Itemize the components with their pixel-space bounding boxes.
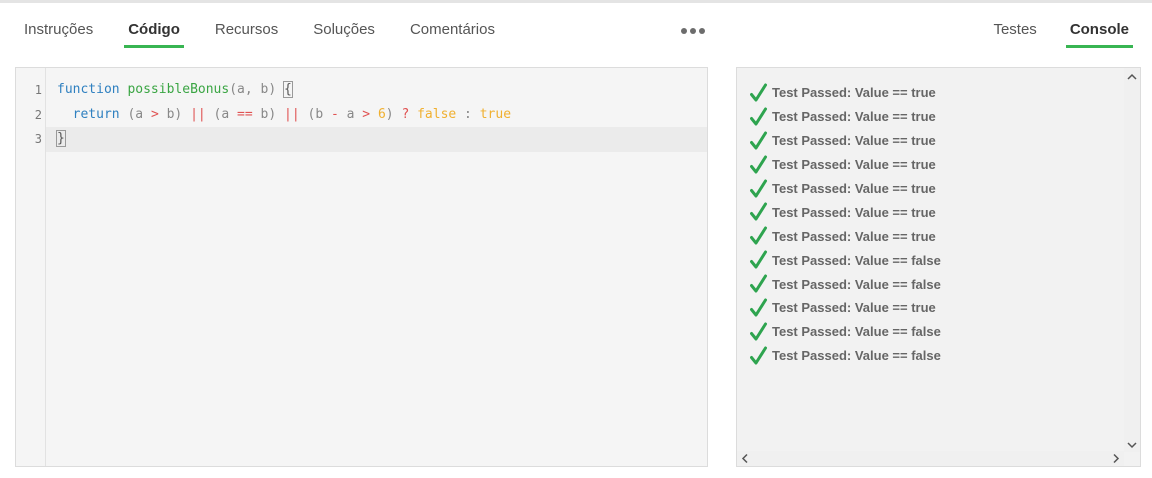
more-dot [690, 28, 696, 34]
test-result-item: Test Passed: Value == false [750, 344, 941, 368]
console-output: Test Passed: Value == true Test Passed: V… [750, 81, 941, 368]
code-token: == [237, 106, 253, 122]
tab-testes[interactable]: Testes [981, 10, 1048, 48]
more-dot [699, 28, 705, 34]
code-token: } [56, 130, 66, 147]
code-token: (b [299, 106, 331, 122]
test-result-item: Test Passed: Value == false [750, 320, 941, 344]
scroll-up-icon[interactable] [1124, 70, 1140, 85]
checkmark-icon [750, 298, 767, 317]
test-result-item: Test Passed: Value == true [750, 200, 941, 224]
code-token: return [57, 106, 120, 122]
left-tab-bar: Instruções Código Recursos Soluções Comentár… [12, 10, 518, 50]
test-result-text: Test Passed: Value == true [772, 133, 936, 149]
checkmark-icon [750, 250, 767, 269]
tab-comentarios[interactable]: Comentários [398, 10, 507, 48]
more-dot [681, 28, 687, 34]
code-token: a [338, 106, 363, 122]
code-token: ) [385, 106, 402, 122]
code-token: b) [158, 106, 191, 122]
test-result-text: Test Passed: Value == true [772, 204, 936, 220]
test-result-item: Test Passed: Value == true [750, 105, 941, 129]
code-token: false [417, 106, 457, 122]
code-line[interactable]: 1 function possibleBonus(a, b) { [35, 78, 707, 103]
code-token: || [284, 106, 300, 122]
scroll-right-icon[interactable] [1108, 451, 1124, 466]
checkmark-icon [750, 155, 767, 174]
horizontal-scrollbar[interactable] [737, 451, 1124, 466]
test-result-text: Test Passed: Value == false [772, 324, 941, 340]
code-token: (a, b) [229, 82, 284, 97]
checkmark-icon [750, 346, 767, 365]
test-result-text: Test Passed: Value == false [772, 276, 941, 292]
tab-instrucoes[interactable]: Instruções [12, 10, 105, 48]
code-token: 6 [377, 106, 386, 122]
tab-codigo[interactable]: Código [116, 10, 192, 48]
code-text: function possibleBonus(a, b) { [57, 78, 293, 103]
checkmark-icon [750, 179, 767, 197]
checkmark-icon [750, 202, 767, 221]
code-token: || [190, 106, 206, 122]
code-token: b) [252, 106, 285, 122]
code-line[interactable]: 2 return (a > b) || (a == b) || (b - a >… [35, 103, 707, 128]
test-result-item: Test Passed: Value == true [750, 177, 941, 201]
code-token: (a [205, 106, 238, 122]
test-result-item: Test Passed: Value == true [750, 129, 941, 153]
code-token: > [362, 106, 371, 122]
test-result-item: Test Passed: Value == false [750, 248, 941, 272]
code-text: return (a > b) || (a == b) || (b - a > 6… [57, 103, 511, 128]
checkmark-icon [750, 226, 767, 245]
checkmark-icon [750, 322, 767, 341]
code-token: function [57, 82, 120, 97]
scroll-left-icon[interactable] [737, 451, 753, 466]
test-result-item: Test Passed: Value == false [750, 272, 941, 296]
checkmark-icon [750, 131, 767, 150]
code-token: > [150, 106, 159, 122]
checkmark-icon [750, 274, 767, 293]
test-result-text: Test Passed: Value == true [772, 181, 936, 196]
scroll-down-icon[interactable] [1124, 437, 1140, 452]
code-token: (a [119, 106, 151, 122]
test-result-text: Test Passed: Value == true [772, 109, 936, 125]
test-result-text: Test Passed: Value == true [772, 157, 936, 173]
checkmark-icon [750, 83, 767, 102]
code-token: true [479, 106, 512, 122]
test-result-text: Test Passed: Value == true [772, 228, 936, 244]
test-result-text: Test Passed: Value == true [772, 85, 936, 101]
code-token: possibleBonus [127, 82, 230, 97]
checkmark-icon [750, 107, 767, 126]
vertical-scrollbar[interactable] [1124, 68, 1140, 452]
more-options-icon[interactable] [681, 28, 705, 34]
tab-console[interactable]: Console [1058, 10, 1141, 48]
test-result-text: Test Passed: Value == false [772, 348, 941, 364]
test-result-text: Test Passed: Value == true [772, 300, 936, 316]
test-result-item: Test Passed: Value == true [750, 153, 941, 177]
code-area[interactable]: 1 function possibleBonus(a, b) {2 return … [35, 68, 707, 466]
code-editor[interactable]: 1 function possibleBonus(a, b) {2 return … [15, 67, 708, 467]
tab-solucoes[interactable]: Soluções [301, 10, 387, 48]
code-token: - [330, 106, 339, 122]
code-line[interactable]: 3} [35, 127, 707, 152]
code-text: } [56, 127, 66, 152]
line-number: 2 [34, 107, 42, 122]
line-number: 1 [34, 83, 42, 97]
test-result-item: Test Passed: Value == true [750, 296, 941, 320]
console-panel: Test Passed: Value == true Test Passed: V… [736, 67, 1141, 467]
line-number: 3 [34, 132, 42, 146]
code-token: { [283, 81, 293, 98]
top-divider [0, 0, 1152, 3]
test-result-text: Test Passed: Value == false [772, 252, 941, 268]
test-result-item: Test Passed: Value == true [750, 81, 941, 105]
right-tab-bar: Testes Console [981, 10, 1141, 50]
test-result-item: Test Passed: Value == true [750, 224, 941, 248]
code-token: : [456, 106, 480, 122]
tab-recursos[interactable]: Recursos [203, 10, 290, 48]
